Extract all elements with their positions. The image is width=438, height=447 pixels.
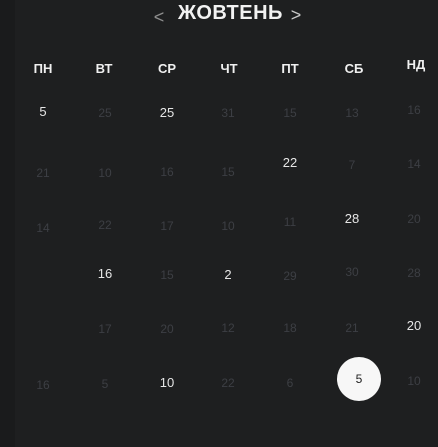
previous-month-button[interactable]: < — [150, 5, 168, 29]
month-title: ЖОВТЕНЬ — [178, 2, 283, 24]
day-cell[interactable]: 10 — [399, 371, 429, 391]
next-month-button[interactable]: > — [288, 3, 304, 27]
day-cell[interactable]: 21 — [28, 163, 58, 183]
day-cell[interactable]: 16 — [399, 100, 429, 120]
selected-day[interactable]: 5 — [337, 357, 381, 401]
day-cell[interactable]: 22 — [90, 215, 120, 235]
day-cell[interactable]: 30 — [337, 262, 367, 282]
day-cell[interactable]: 16 — [152, 162, 182, 182]
day-cell[interactable]: 7 — [337, 155, 367, 175]
day-cell[interactable]: 17 — [152, 216, 182, 236]
day-cell[interactable]: 16 — [90, 264, 120, 284]
day-cell[interactable]: 25 — [152, 103, 182, 123]
day-cell[interactable]: 25 — [90, 103, 120, 123]
day-cell[interactable]: 31 — [213, 103, 243, 123]
day-cell[interactable]: 2 — [213, 265, 243, 285]
day-cell[interactable]: 28 — [337, 209, 367, 229]
day-cell[interactable]: 10 — [90, 163, 120, 183]
day-cell[interactable]: 14 — [399, 154, 429, 174]
weekday-sun: НД — [406, 57, 426, 72]
day-cell[interactable]: 18 — [275, 318, 305, 338]
day-cell[interactable]: 15 — [152, 265, 182, 285]
day-cell[interactable]: 20 — [152, 319, 182, 339]
day-cell[interactable]: 10 — [213, 216, 243, 236]
weekday-wed: СР — [157, 61, 177, 76]
day-cell[interactable]: 10 — [152, 373, 182, 393]
day-cell[interactable]: 22 — [213, 373, 243, 393]
day-cell[interactable]: 14 — [28, 218, 58, 238]
day-cell[interactable]: 20 — [399, 209, 429, 229]
day-cell[interactable]: 22 — [275, 153, 305, 173]
day-cell[interactable]: 11 — [275, 212, 305, 232]
day-cell[interactable]: 12 — [213, 318, 243, 338]
window-left-edge — [0, 0, 15, 447]
day-cell[interactable]: 21 — [337, 318, 367, 338]
weekday-mon: ПН — [33, 61, 53, 76]
day-cell[interactable]: 16 — [28, 375, 58, 395]
day-cell[interactable]: 5 — [90, 374, 120, 394]
day-cell[interactable]: 17 — [90, 319, 120, 339]
day-cell[interactable]: 15 — [213, 162, 243, 182]
day-cell[interactable]: 5 — [28, 102, 58, 122]
calendar-header: < ЖОВТЕНЬ > — [0, 0, 438, 40]
day-cell[interactable]: 29 — [275, 266, 305, 286]
day-cell[interactable]: 28 — [399, 263, 429, 283]
weekday-tue: ВТ — [95, 61, 113, 76]
day-cell[interactable]: 6 — [275, 373, 305, 393]
day-cell[interactable]: 15 — [275, 103, 305, 123]
weekday-thu: ЧТ — [220, 61, 238, 76]
day-cell[interactable]: 13 — [337, 103, 367, 123]
weekday-fri: ПТ — [281, 61, 299, 76]
weekday-sat: СБ — [344, 61, 364, 76]
day-cell[interactable]: 20 — [399, 316, 429, 336]
